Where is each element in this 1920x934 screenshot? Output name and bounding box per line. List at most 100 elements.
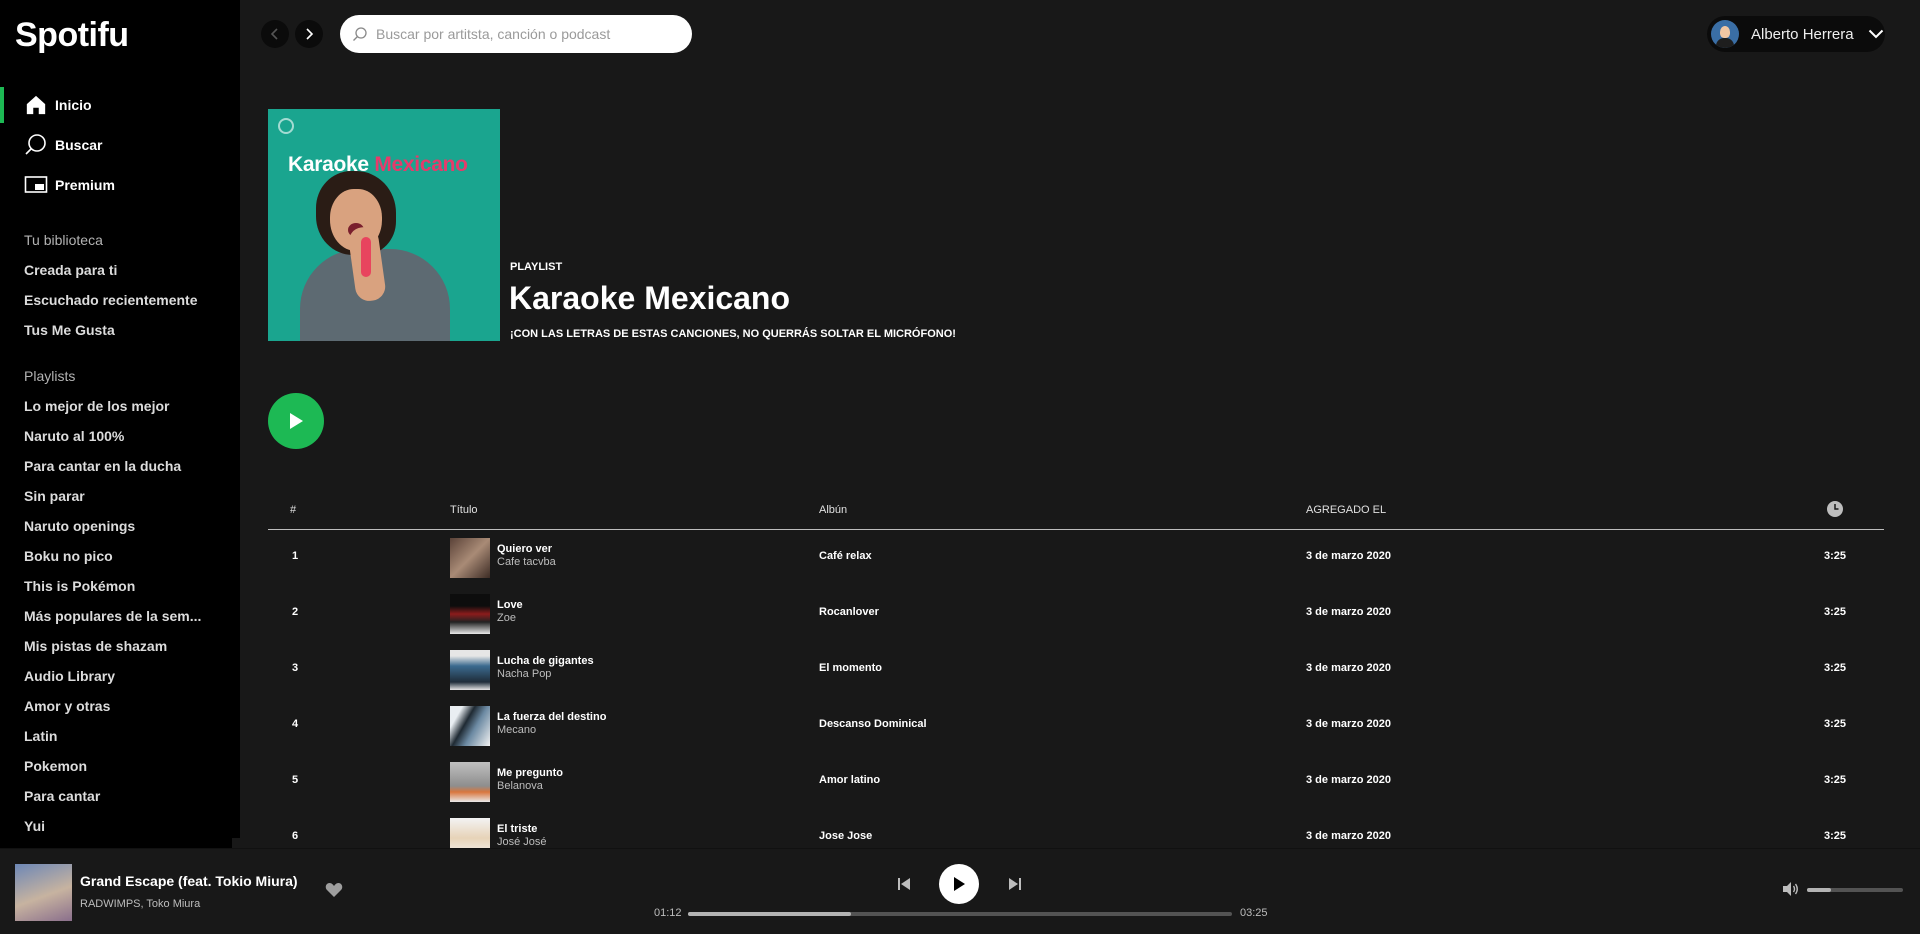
track-artist[interactable]: Cafe tacvba bbox=[497, 556, 556, 568]
track-album[interactable]: El momento bbox=[819, 662, 882, 674]
playlist-item[interactable]: Naruto openings bbox=[24, 518, 209, 534]
library-item[interactable]: Creada para ti bbox=[24, 262, 209, 278]
like-button[interactable] bbox=[325, 882, 343, 903]
track-artist[interactable]: Zoe bbox=[497, 612, 516, 624]
playlist-item[interactable]: Sin parar bbox=[24, 488, 209, 504]
nav-item-buscar[interactable]: Buscar bbox=[0, 125, 240, 165]
now-playing-artist[interactable]: RADWIMPS, Toko Miura bbox=[80, 898, 200, 910]
playlist-item[interactable]: Para cantar bbox=[24, 788, 209, 804]
track-duration: 3:25 bbox=[1824, 606, 1847, 618]
premium-icon bbox=[24, 173, 48, 197]
chevron-down-icon bbox=[1868, 29, 1883, 39]
chevron-right-icon bbox=[306, 28, 314, 40]
playlist-item[interactable]: Naruto al 100% bbox=[24, 428, 209, 444]
next-button[interactable] bbox=[1004, 873, 1026, 895]
playlist-item[interactable]: Audio Library bbox=[24, 668, 209, 684]
track-number: 1 bbox=[292, 550, 299, 562]
library-item[interactable]: Tus Me Gusta bbox=[24, 322, 209, 338]
playlist-item[interactable]: This is Pokémon bbox=[24, 578, 209, 594]
track-artist[interactable]: Nacha Pop bbox=[497, 668, 551, 680]
track-number: 3 bbox=[292, 662, 299, 674]
playlist-item[interactable]: Mis pistas de shazam bbox=[24, 638, 209, 654]
playlist-item[interactable]: Lo mejor de los mejor bbox=[24, 398, 209, 414]
nav-label: Buscar bbox=[55, 137, 103, 153]
track-added-date: 3 de marzo 2020 bbox=[1306, 718, 1391, 730]
chevron-left-icon bbox=[270, 28, 278, 40]
track-thumbnail bbox=[450, 650, 490, 690]
track-duration: 3:25 bbox=[1824, 830, 1847, 842]
volume-button[interactable] bbox=[1782, 881, 1800, 902]
track-added-date: 3 de marzo 2020 bbox=[1306, 606, 1391, 618]
track-duration: 3:25 bbox=[1824, 718, 1847, 730]
playlist-item[interactable]: Latin bbox=[24, 728, 209, 744]
track-artist[interactable]: José José bbox=[497, 836, 547, 848]
library-item[interactable]: Escuchado recientemente bbox=[24, 292, 209, 308]
track-number: 2 bbox=[292, 606, 299, 618]
heart-icon bbox=[325, 883, 343, 897]
table-row[interactable]: 2 Love Zoe Rocanlover 3 de marzo 2020 3:… bbox=[268, 586, 1884, 642]
skip-next-icon bbox=[1009, 878, 1021, 890]
track-thumbnail bbox=[450, 762, 490, 802]
table-row[interactable]: 3 Lucha de gigantes Nacha Pop El momento… bbox=[268, 642, 1884, 698]
volume-slider[interactable] bbox=[1807, 888, 1903, 892]
playlist-item[interactable]: Yui bbox=[24, 818, 209, 834]
search-input[interactable] bbox=[376, 26, 676, 42]
track-number: 4 bbox=[292, 718, 299, 730]
nav-item-premium[interactable]: Premium bbox=[0, 165, 240, 205]
playlist-item[interactable]: Más populares de la sem... bbox=[24, 608, 209, 624]
playlist-item[interactable]: Para cantar en la ducha bbox=[24, 458, 209, 474]
track-thumbnail bbox=[450, 538, 490, 578]
app-logo[interactable]: Spotifu bbox=[15, 16, 129, 55]
track-album[interactable]: Rocanlover bbox=[819, 606, 879, 618]
clock-icon bbox=[1826, 500, 1844, 521]
now-playing-cover[interactable] bbox=[15, 864, 72, 921]
playlist-item[interactable]: Pokemon bbox=[24, 758, 209, 774]
volume-icon bbox=[1783, 882, 1798, 896]
back-button[interactable] bbox=[261, 20, 289, 48]
search-icon bbox=[24, 133, 48, 157]
track-added-date: 3 de marzo 2020 bbox=[1306, 830, 1391, 842]
track-album[interactable]: Café relax bbox=[819, 550, 872, 562]
track-title: Quiero ver bbox=[497, 543, 553, 555]
avatar bbox=[1711, 20, 1739, 48]
nav-label: Premium bbox=[55, 177, 115, 193]
play-playlist-button[interactable] bbox=[268, 393, 324, 449]
playlist-item[interactable]: Boku no pico bbox=[24, 548, 209, 564]
table-row[interactable]: 4 La fuerza del destino Mecano Descanso … bbox=[268, 698, 1884, 754]
previous-button[interactable] bbox=[893, 873, 915, 895]
user-menu[interactable]: Alberto Herrera bbox=[1707, 16, 1885, 52]
track-artist[interactable]: Belanova bbox=[497, 780, 543, 792]
track-duration: 3:25 bbox=[1824, 774, 1847, 786]
sidebar: Spotifu Inicio Buscar Premium Tu bibliot… bbox=[0, 0, 240, 848]
sidebar-corner bbox=[232, 838, 240, 848]
playlist-item[interactable]: Amor y otras bbox=[24, 698, 209, 714]
track-album[interactable]: Amor latino bbox=[819, 774, 880, 786]
playlist-description: ¡CON LAS LETRAS DE ESTAS CANCIONES, NO Q… bbox=[510, 328, 956, 340]
track-title: La fuerza del destino bbox=[497, 711, 607, 723]
table-row[interactable]: 5 Me pregunto Belanova Amor latino 3 de … bbox=[268, 754, 1884, 810]
track-title: Me pregunto bbox=[497, 767, 563, 779]
search-icon bbox=[353, 27, 367, 41]
now-playing-title[interactable]: Grand Escape (feat. Tokio Miura) bbox=[80, 873, 298, 889]
elapsed-time: 01:12 bbox=[654, 907, 682, 919]
col-header-title: Título bbox=[450, 504, 478, 516]
track-artist[interactable]: Mecano bbox=[497, 724, 536, 736]
total-time: 03:25 bbox=[1240, 907, 1268, 919]
track-album[interactable]: Jose Jose bbox=[819, 830, 872, 842]
player-bar: Grand Escape (feat. Tokio Miura) RADWIMP… bbox=[0, 848, 1920, 934]
home-icon bbox=[24, 93, 48, 117]
play-button[interactable] bbox=[939, 864, 979, 904]
forward-button[interactable] bbox=[295, 20, 323, 48]
nav-item-inicio[interactable]: Inicio bbox=[0, 85, 240, 125]
search-box[interactable] bbox=[340, 15, 692, 53]
volume-fill bbox=[1807, 888, 1831, 892]
library-title: Tu biblioteca bbox=[24, 232, 103, 248]
track-number: 6 bbox=[292, 830, 299, 842]
table-row[interactable]: 1 Quiero ver Cafe tacvba Café relax 3 de… bbox=[268, 530, 1884, 586]
track-title: El triste bbox=[497, 823, 538, 835]
track-added-date: 3 de marzo 2020 bbox=[1306, 662, 1391, 674]
track-album[interactable]: Descanso Dominical bbox=[819, 718, 927, 730]
progress-bar[interactable] bbox=[688, 912, 1232, 916]
page-title: Karaoke Mexicano bbox=[509, 280, 791, 316]
track-added-date: 3 de marzo 2020 bbox=[1306, 550, 1391, 562]
